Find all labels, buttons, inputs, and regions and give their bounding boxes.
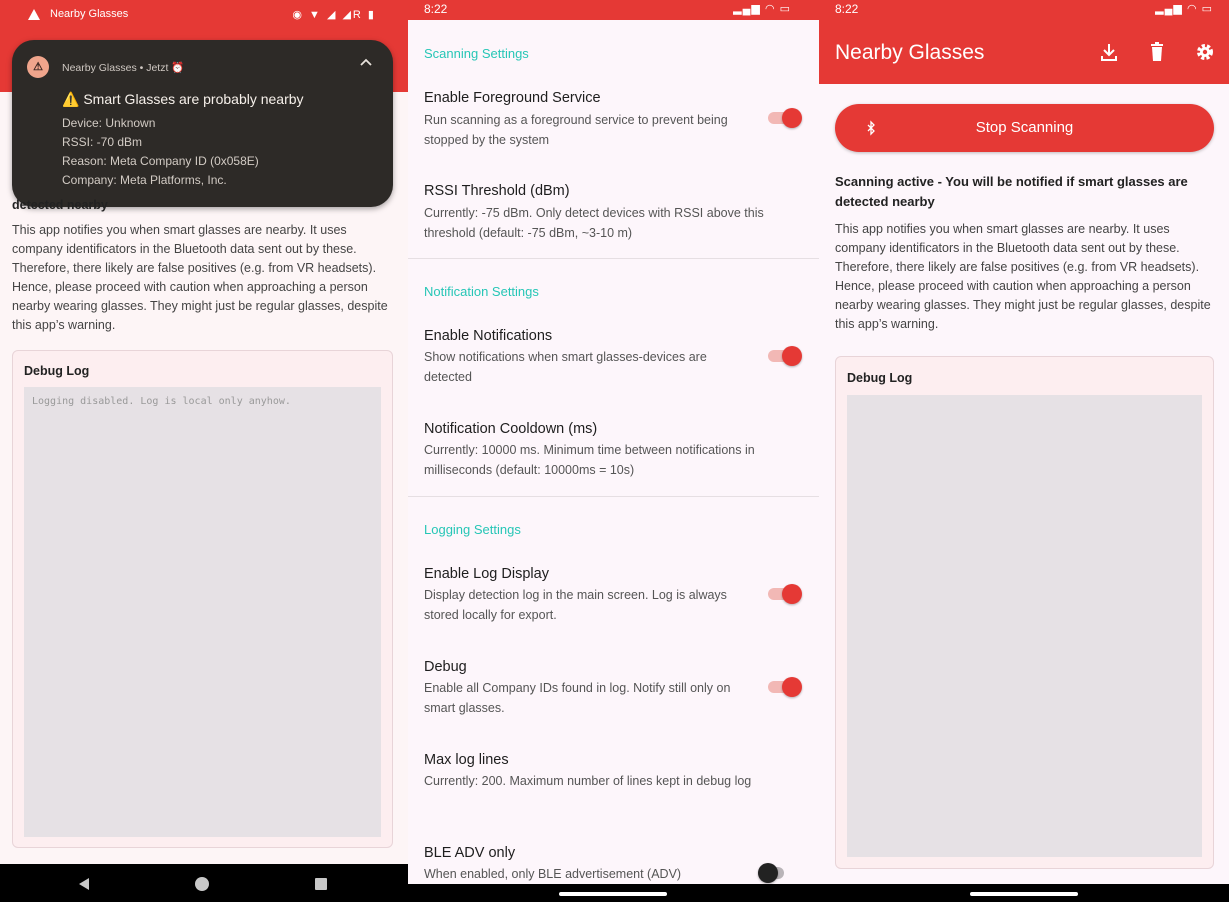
- settings-icon[interactable]: [1194, 41, 1216, 63]
- setting-subtitle: Run scanning as a foreground service to …: [424, 113, 728, 147]
- debug-log-label: Debug Log: [24, 364, 90, 378]
- scanning-status: Scanning active - You will be notified i…: [835, 174, 1188, 209]
- debug-log-card: Debug Log: [835, 356, 1214, 869]
- status-bar: 8:22 ▂▄▆ ◠ ▭: [819, 0, 1229, 20]
- setting-title: Notification Cooldown (ms): [424, 421, 598, 437]
- status-icons: ▂▄▆ ◠ ▭: [733, 3, 791, 15]
- setting-subtitle: Currently: 200. Maximum number of lines …: [424, 774, 752, 788]
- setting-subtitle: Currently: 10000 ms. Minimum time betwee…: [424, 443, 755, 477]
- section-notification-settings: Notification Settings: [424, 284, 539, 299]
- notifications-toggle[interactable]: [768, 344, 804, 368]
- home-icon[interactable]: [194, 876, 210, 892]
- debug-log-label: Debug Log: [847, 371, 913, 385]
- gesture-bar: [819, 884, 1229, 902]
- status-time: 8:22: [424, 2, 448, 16]
- notification-app-name: Nearby Glasses • Jetzt ⏰: [62, 62, 185, 74]
- warning-icon: [28, 9, 40, 20]
- debug-toggle[interactable]: [768, 675, 804, 699]
- notification-heading: ⚠️ Smart Glasses are probably nearby: [62, 91, 304, 107]
- notification-company: Company: Meta Platforms, Inc.: [62, 173, 227, 187]
- section-logging-settings: Logging Settings: [424, 522, 521, 537]
- setting-title: Enable Log Display: [424, 566, 549, 582]
- stop-scanning-label: Stop Scanning: [975, 119, 1074, 136]
- status-bar-app-title: Nearby Glasses: [50, 8, 129, 20]
- settings-screen: 8:22 ▂▄▆ ◠ ▭ Scanning Settings Enable Fo…: [408, 0, 819, 902]
- debug-log-card: Debug Log Logging disabled. Log is local…: [12, 350, 393, 848]
- notification-device: Device: Unknown: [62, 116, 156, 130]
- ble-adv-only-toggle[interactable]: [758, 861, 794, 885]
- setting-title: Debug: [424, 659, 467, 675]
- home-pill[interactable]: [970, 892, 1078, 896]
- setting-title: Enable Foreground Service: [424, 90, 601, 106]
- setting-subtitle: Enable all Company IDs found in log. Not…: [424, 681, 731, 715]
- log-display-toggle[interactable]: [768, 582, 804, 606]
- status-bar: Nearby Glasses ◉ ▼ ◢ ◢R ▮: [0, 0, 408, 30]
- stop-scanning-button[interactable]: Stop Scanning: [835, 104, 1214, 152]
- status-icons: ◉ ▼ ◢ ◢R ▮: [292, 9, 376, 21]
- alarm-icon: ⏰: [171, 62, 185, 74]
- setting-title: Enable Notifications: [424, 328, 553, 344]
- section-divider: [408, 496, 819, 497]
- chevron-up-icon[interactable]: [359, 57, 373, 67]
- recents-icon[interactable]: [313, 876, 329, 892]
- setting-title: RSSI Threshold (dBm): [424, 183, 570, 199]
- heads-up-notification[interactable]: ⚠ Nearby Glasses • Jetzt ⏰ ⚠️ Smart Glas…: [12, 40, 393, 207]
- delete-icon[interactable]: [1146, 41, 1168, 63]
- debug-log-area[interactable]: [847, 395, 1202, 857]
- setting-subtitle: Display detection log in the main screen…: [424, 588, 727, 622]
- foreground-service-toggle[interactable]: [768, 106, 804, 130]
- navigation-bar: [0, 864, 408, 902]
- setting-subtitle: When enabled, only BLE advertisement (AD…: [424, 867, 682, 881]
- gesture-bar: [408, 884, 819, 902]
- app-title: Nearby Glasses: [835, 41, 985, 64]
- app-description: This app notifies you when smart glasses…: [12, 223, 388, 332]
- setting-title: Max log lines: [424, 752, 509, 768]
- status-icons: ▂▄▆ ◠ ▭: [1155, 3, 1213, 15]
- home-pill[interactable]: [559, 892, 667, 896]
- status-bar: 8:22 ▂▄▆ ◠ ▭: [408, 0, 819, 20]
- screenshot-root: Nearby Glasses ◉ ▼ ◢ ◢R ▮ ⚠ Nearby Glass…: [0, 0, 1229, 902]
- app-bar: Nearby Glasses: [819, 20, 1229, 84]
- back-icon[interactable]: [76, 876, 92, 892]
- main-screen-with-notification: Nearby Glasses ◉ ▼ ◢ ◢R ▮ ⚠ Nearby Glass…: [0, 0, 408, 902]
- setting-subtitle: Currently: -75 dBm. Only detect devices …: [424, 206, 764, 240]
- debug-log-area[interactable]: Logging disabled. Log is local only anyh…: [24, 387, 381, 837]
- section-scanning-settings: Scanning Settings: [424, 46, 529, 61]
- section-divider: [408, 258, 819, 259]
- notification-reason: Reason: Meta Company ID (0x058E): [62, 154, 259, 168]
- app-warning-icon: ⚠: [27, 56, 49, 78]
- status-time: 8:22: [835, 2, 859, 16]
- setting-title: BLE ADV only: [424, 845, 516, 861]
- notification-rssi: RSSI: -70 dBm: [62, 135, 143, 149]
- setting-subtitle: Show notifications when smart glasses-de…: [424, 350, 707, 384]
- status-text-partial: detected nearby: [12, 198, 108, 212]
- app-description: This app notifies you when smart glasses…: [835, 222, 1211, 331]
- log-placeholder: Logging disabled. Log is local only anyh…: [32, 396, 291, 407]
- download-icon[interactable]: [1098, 41, 1120, 63]
- scanning-active-screen: 8:22 ▂▄▆ ◠ ▭ Nearby Glasses Stop Scannin…: [819, 0, 1229, 902]
